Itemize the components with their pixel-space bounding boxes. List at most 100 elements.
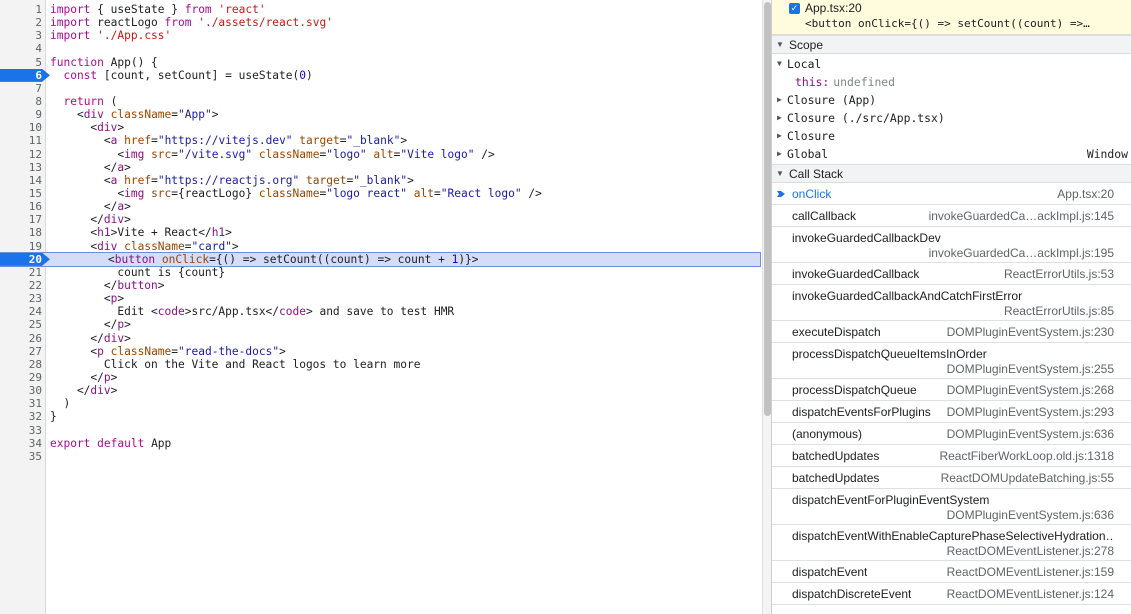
code-line[interactable]: 8 return ( xyxy=(0,95,760,108)
line-number[interactable]: 26 xyxy=(0,332,42,345)
code-line[interactable]: 32} xyxy=(0,410,760,423)
scope-section-header[interactable]: ▼ Scope xyxy=(772,35,1131,54)
code-line[interactable]: 11 <a href="https://vitejs.dev" target="… xyxy=(0,134,760,147)
breakpoint-marker[interactable]: 6 xyxy=(0,68,50,82)
line-number[interactable]: 28 xyxy=(0,358,42,371)
code-line[interactable]: 29 </p> xyxy=(0,371,760,384)
call-stack-frame[interactable]: dispatchEventForPluginEventSystem DOMPlug… xyxy=(772,489,1131,525)
breakpoint-code-snippet[interactable]: <button onClick={() => setCount((count) … xyxy=(805,15,1131,33)
breakpoint-location[interactable]: App.tsx:20 xyxy=(805,1,862,15)
line-number[interactable]: 9 xyxy=(0,108,42,121)
line-number[interactable]: 15 xyxy=(0,187,42,200)
code-line[interactable]: 28 Click on the Vite and React logos to … xyxy=(0,358,760,371)
line-number[interactable]: 4 xyxy=(0,42,42,55)
call-stack-frame[interactable]: dispatchEventWithEnableCapturePhaseSelec… xyxy=(772,525,1131,561)
call-stack-frame[interactable]: invokeGuardedCallbackAndCatchFirstError R… xyxy=(772,285,1131,321)
code-line[interactable]: 4 xyxy=(0,42,760,55)
code-line[interactable]: 19 <div className="card"> xyxy=(0,240,760,253)
line-number[interactable]: 21 xyxy=(0,266,42,279)
code-line[interactable]: 7 xyxy=(0,82,760,95)
line-number[interactable]: 5 xyxy=(0,56,42,69)
code-line[interactable]: 31 ) xyxy=(0,397,760,410)
call-stack-frame[interactable]: onClick App.tsx:20 xyxy=(772,183,1131,205)
code-line[interactable]: 9 <div className="App"> xyxy=(0,108,760,121)
editor-scrollbar[interactable] xyxy=(762,0,772,614)
code-line[interactable]: 18 <h1>Vite + React</h1> xyxy=(0,226,760,239)
code-line[interactable]: 2 import reactLogo from './assets/react.s… xyxy=(0,16,760,29)
line-number[interactable]: 14 xyxy=(0,174,42,187)
code-line[interactable]: 15 <img src={reactLogo} className="logo … xyxy=(0,187,760,200)
call-stack-frame[interactable]: dispatchEvent ReactDOMEventListener.js:15… xyxy=(772,561,1131,583)
line-number[interactable]: 18 xyxy=(0,226,42,239)
scope-global[interactable]: ▶ Global Window xyxy=(772,145,1131,163)
line-number[interactable]: 2 xyxy=(0,16,42,29)
breakpoint-marker[interactable]: 20 xyxy=(0,252,50,266)
line-number[interactable]: 29 xyxy=(0,371,42,384)
line-number[interactable]: 25 xyxy=(0,318,42,331)
code-line[interactable]: 30 </div> xyxy=(0,384,760,397)
line-number[interactable]: 33 xyxy=(0,424,42,437)
line-number[interactable]: 16 xyxy=(0,200,42,213)
call-stack-frame[interactable]: dispatchDiscreteEvent ReactDOMEventListen… xyxy=(772,583,1131,605)
line-number[interactable]: 24 xyxy=(0,305,42,318)
code-editor[interactable]: 1 import { useState } from 'react' 2 import… xyxy=(0,0,762,614)
line-number[interactable]: 35 xyxy=(0,450,42,463)
line-number[interactable]: 7 xyxy=(0,82,42,95)
code-line[interactable]: 3 import './App.css' xyxy=(0,29,760,42)
code-line[interactable]: 12 <img src="/vite.svg" className="logo"… xyxy=(0,148,760,161)
code-line[interactable]: 27 <p className="read-the-docs"> xyxy=(0,345,760,358)
call-stack-frame[interactable]: invokeGuardedCallbackDev invokeGuardedCa…… xyxy=(772,227,1131,263)
line-number[interactable]: 23 xyxy=(0,292,42,305)
line-number[interactable]: 10 xyxy=(0,121,42,134)
code-line[interactable]: 6 const [count, setCount] = useState(0) xyxy=(0,68,760,82)
call-stack-frame[interactable]: batchedUpdates ReactDOMUpdateBatching.js:… xyxy=(772,467,1131,489)
line-number[interactable]: 27 xyxy=(0,345,42,358)
call-stack-frame[interactable]: callCallback invokeGuardedCa…ackImpl.js:1… xyxy=(772,205,1131,227)
line-number[interactable]: 11 xyxy=(0,134,42,147)
code-line[interactable]: 35 xyxy=(0,450,760,463)
scope-property-this[interactable]: this: undefined xyxy=(772,73,1131,91)
call-stack-frame[interactable]: processDispatchQueue DOMPluginEventSystem… xyxy=(772,379,1131,401)
call-stack-section-header[interactable]: ▼ Call Stack xyxy=(772,164,1131,183)
code-line[interactable]: 34 export default App xyxy=(0,437,760,450)
code-line[interactable]: 17 </div> xyxy=(0,213,760,226)
line-number[interactable]: 34 xyxy=(0,437,42,450)
paused-execution-line[interactable]: 20 <button onClick={() => setCount((count… xyxy=(0,251,761,267)
call-stack-frame[interactable]: dispatchEventsForPlugins DOMPluginEventSy… xyxy=(772,401,1131,423)
code-line[interactable]: 33 xyxy=(0,424,760,437)
line-number[interactable]: 31 xyxy=(0,397,42,410)
code-line[interactable]: 25 </p> xyxy=(0,318,760,331)
code-line[interactable]: 14 <a href="https://reactjs.org" target=… xyxy=(0,174,760,187)
code-lines[interactable]: 1 import { useState } from 'react' 2 import… xyxy=(0,3,761,463)
call-stack-frame[interactable]: processDispatchQueueItemsInOrder DOMPlugi… xyxy=(772,343,1131,379)
call-stack-frame[interactable]: invokeGuardedCallback ReactErrorUtils.js:… xyxy=(772,263,1131,285)
code-line[interactable]: 26 </div> xyxy=(0,332,760,345)
code-line[interactable]: 13 </a> xyxy=(0,161,760,174)
code-line[interactable]: 22 </button> xyxy=(0,279,760,292)
scope-closure-app[interactable]: ▶ Closure (App) xyxy=(772,91,1131,109)
call-stack-frame[interactable]: batchedUpdates ReactFiberWorkLoop.old.js:… xyxy=(772,445,1131,467)
call-stack-frame[interactable]: executeDispatch DOMPluginEventSystem.js:2… xyxy=(772,321,1131,343)
line-number[interactable]: 32 xyxy=(0,410,42,423)
scope-local[interactable]: ▼ Local xyxy=(772,55,1131,73)
call-stack-frame[interactable]: (anonymous) DOMPluginEventSystem.js:636 xyxy=(772,423,1131,445)
line-number[interactable]: 30 xyxy=(0,384,42,397)
line-number[interactable]: 1 xyxy=(0,3,42,16)
breakpoint-item[interactable]: ✓ App.tsx:20 xyxy=(789,1,1131,15)
code-line[interactable]: 5 function App() { xyxy=(0,56,760,69)
line-number[interactable]: 8 xyxy=(0,95,42,108)
line-number[interactable]: 3 xyxy=(0,29,42,42)
code-line[interactable]: 16 </a> xyxy=(0,200,760,213)
line-number[interactable]: 22 xyxy=(0,279,42,292)
line-number[interactable]: 13 xyxy=(0,161,42,174)
code-line[interactable]: 23 <p> xyxy=(0,292,760,305)
line-number[interactable]: 17 xyxy=(0,213,42,226)
code-line[interactable]: 1 import { useState } from 'react' xyxy=(0,3,760,16)
scope-closure-src[interactable]: ▶ Closure (./src/App.tsx) xyxy=(772,109,1131,127)
line-number[interactable]: 19 xyxy=(0,240,42,253)
code-line[interactable]: 24 Edit <code>src/App.tsx</code> and sav… xyxy=(0,305,760,318)
line-number[interactable]: 12 xyxy=(0,148,42,161)
code-line[interactable]: 21 count is {count} xyxy=(0,266,760,279)
breakpoint-checkbox[interactable]: ✓ xyxy=(789,2,800,14)
scope-closure[interactable]: ▶ Closure xyxy=(772,127,1131,145)
